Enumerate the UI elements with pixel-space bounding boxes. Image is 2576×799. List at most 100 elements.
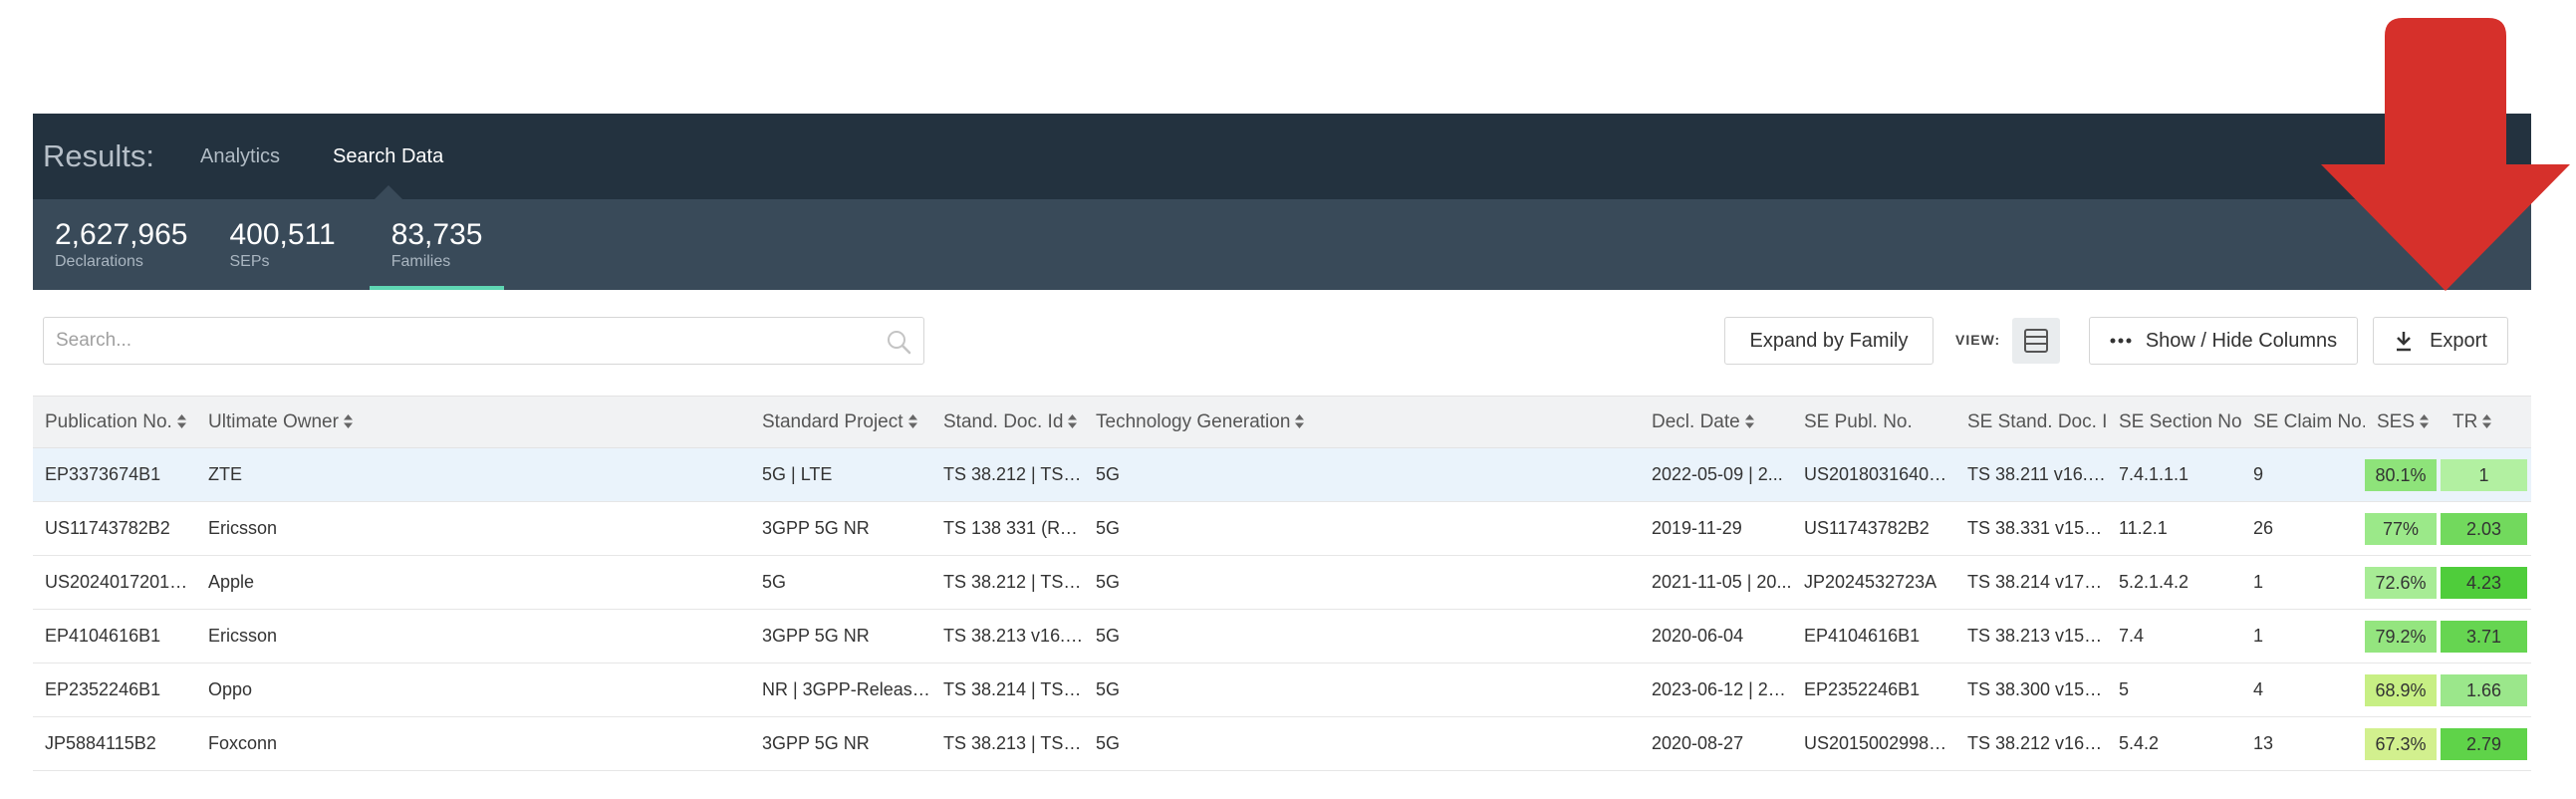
tab-analytics[interactable]: Analytics (200, 114, 280, 199)
stat-families[interactable]: 83,735 Families (369, 199, 505, 290)
ses-badge: 77% (2365, 512, 2437, 545)
sort-icon[interactable] (2481, 413, 2492, 429)
ses-badge: 68.9% (2365, 673, 2437, 706)
stat-seps[interactable]: 400,511 SEPs (229, 199, 377, 290)
search-input[interactable] (44, 318, 923, 364)
table-row[interactable]: EP4104616B1 Ericsson 3GPP 5G NR TS 38.213 v… (33, 610, 2531, 664)
results-label: Results: (43, 138, 154, 173)
ultimate-owner-cell: Ericsson (208, 518, 278, 538)
publication-no-cell: EP2352246B1 (45, 679, 161, 699)
se-claim-no-cell: 26 (2253, 518, 2274, 538)
column-header-label: Stand. Doc. Id (943, 410, 1064, 432)
stats-bar: 2,627,965 Declarations 400,511 SEPs 83,7… (33, 199, 2531, 290)
stat-declarations[interactable]: 2,627,965 Declarations (55, 199, 229, 290)
table-row[interactable]: US20240172019A1 Apple 5G TS 38.212 | TS 3..… (33, 556, 2531, 610)
table-row[interactable]: EP3373674B1 ZTE 5G | LTE TS 38.212 | TS 3..… (33, 447, 2531, 502)
table-row[interactable]: JP5884115B2 Foxconn 3GPP 5G NR TS 38.213 | … (33, 717, 2531, 771)
download-icon (2397, 332, 2412, 352)
ses-cell: 67.3% (2365, 717, 2441, 771)
tr-cell: 2.03 (2441, 502, 2531, 556)
stat-label: Families (390, 252, 451, 270)
tr-badge: 2.79 (2441, 727, 2527, 760)
publication-no-cell: EP4104616B1 (45, 626, 161, 646)
ses-badge: 80.1% (2365, 458, 2437, 491)
stat-value: 2,627,965 (55, 217, 188, 251)
view-toggle[interactable] (2012, 318, 2060, 364)
se-stand-doc-id-cell: TS 38.211 v16.2.0 (1967, 464, 2107, 484)
publication-no-cell: EP3373674B1 (45, 464, 161, 484)
ses-badge: 72.6% (2365, 566, 2437, 599)
table-row[interactable]: EP2352246B1 Oppo NR | 3GPP-Release... TS 38… (33, 664, 2531, 717)
column-header-label: Publication No. (45, 410, 172, 432)
tr-cell: 1 (2441, 448, 2531, 502)
tr-badge: 3.71 (2441, 620, 2527, 653)
search-icon[interactable] (886, 329, 911, 355)
se-section-no-cell: 11.2.1 (2119, 518, 2168, 538)
sort-icon[interactable] (907, 413, 918, 429)
sort-icon[interactable] (2419, 413, 2430, 429)
ultimate-owner-cell: ZTE (208, 464, 242, 484)
results-table: Publication No. Ultimate Owner Standard Pr… (33, 396, 2531, 771)
search-box (43, 317, 924, 365)
column-header-label: Decl. Date (1652, 410, 1740, 432)
decl-date-cell: 2022-05-09 | 2... (1652, 464, 1783, 484)
column-header[interactable]: SE Claim No. (2241, 397, 2365, 448)
column-header[interactable]: Decl. Date (1640, 397, 1792, 448)
se-publ-no-cell: EP2352246B1 (1804, 679, 1921, 699)
technology-generation-cell: 5G (1096, 464, 1121, 484)
column-header[interactable]: SE Stand. Doc. ID (1955, 397, 2107, 448)
results-header: Results: Analytics Search Data (33, 114, 2531, 199)
column-header[interactable]: SE Section No. (2107, 397, 2241, 448)
se-claim-no-cell: 4 (2253, 679, 2264, 699)
decl-date-cell: 2020-06-04 (1652, 626, 1744, 646)
tr-badge: 4.23 (2441, 566, 2527, 599)
export-label: Export (2430, 329, 2487, 352)
column-header-label: SE Publ. No. (1804, 410, 1913, 432)
se-publ-no-cell: US20180316406A1 (1804, 464, 1955, 484)
export-button[interactable]: Export (2373, 317, 2508, 365)
expand-by-family-button[interactable]: Expand by Family (1724, 317, 1933, 365)
se-publ-no-cell: JP2024532723A (1804, 572, 1937, 592)
technology-generation-cell: 5G (1096, 572, 1121, 592)
ultimate-owner-cell: Apple (208, 572, 255, 592)
sort-icon[interactable] (1294, 413, 1305, 429)
standard-project-cell: 5G (762, 572, 787, 592)
column-header[interactable]: SES (2365, 397, 2441, 448)
view-label: VIEW: (1955, 332, 2001, 348)
column-header[interactable]: SE Publ. No. (1792, 397, 1955, 448)
sort-icon[interactable] (176, 413, 187, 429)
column-header[interactable]: TR (2441, 397, 2531, 448)
column-header[interactable]: Stand. Doc. Id (931, 397, 1084, 448)
column-header[interactable]: Standard Project (750, 397, 931, 448)
tr-badge: 1.66 (2441, 673, 2527, 706)
ses-cell: 80.1% (2365, 448, 2441, 502)
column-header-label: TR (2452, 410, 2478, 432)
tr-badge: 2.03 (2441, 512, 2527, 545)
standard-project-cell: 5G | LTE (762, 464, 833, 484)
sort-icon[interactable] (1067, 413, 1078, 429)
column-header-label: SE Claim No. (2253, 410, 2365, 432)
stand-doc-id-cell: TS 38.213 | TS 3... (943, 733, 1084, 753)
standard-project-cell: 3GPP 5G NR (762, 733, 870, 753)
sort-icon[interactable] (343, 413, 354, 429)
se-stand-doc-id-cell: TS 38.331 v15.7.0 (1967, 518, 2107, 538)
publication-no-cell: US11743782B2 (45, 518, 170, 538)
show-hide-columns-button[interactable]: Show / Hide Columns (2089, 317, 2358, 365)
se-claim-no-cell: 1 (2253, 572, 2264, 592)
column-header[interactable]: Technology Generation (1084, 397, 1640, 448)
decl-date-cell: 2021-11-05 | 20... (1652, 572, 1792, 592)
decl-date-cell: 2023-06-12 | 20... (1652, 679, 1792, 699)
column-header-label: Standard Project (762, 410, 903, 432)
se-section-no-cell: 5.2.1.4.2 (2119, 572, 2190, 592)
tab-search-data[interactable]: Search Data (333, 114, 443, 199)
column-header[interactable]: Publication No. (33, 397, 196, 448)
show-hide-columns-label: Show / Hide Columns (2145, 329, 2338, 352)
table-row[interactable]: US11743782B2 Ericsson 3GPP 5G NR TS 138 331… (33, 502, 2531, 556)
ses-cell: 68.9% (2365, 664, 2441, 717)
column-header[interactable]: Ultimate Owner (196, 397, 750, 448)
standard-project-cell: 3GPP 5G NR (762, 626, 870, 646)
publication-no-cell: US20240172019A1 (45, 572, 196, 592)
ultimate-owner-cell: Oppo (208, 679, 253, 699)
list-view-icon (2024, 329, 2048, 353)
sort-icon[interactable] (1744, 413, 1755, 429)
